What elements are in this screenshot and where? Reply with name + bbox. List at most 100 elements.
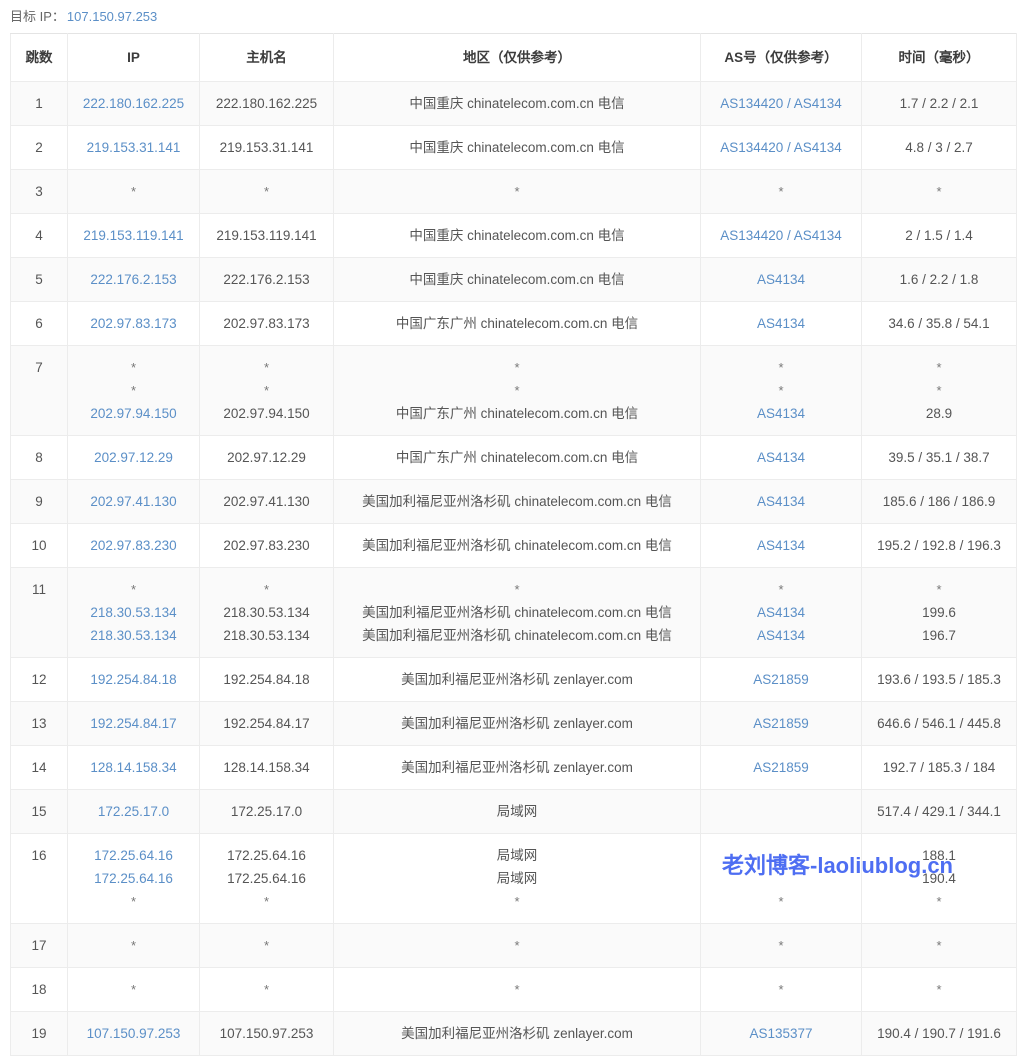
cell-ip-line[interactable]: 202.97.94.150: [74, 402, 193, 425]
cell-ip[interactable]: 107.150.97.253: [68, 1012, 200, 1056]
cell-host: 222.180.162.225: [200, 82, 334, 126]
cell-as-line[interactable]: AS134420 / AS4134: [707, 136, 855, 159]
cell-time: 4.8 / 3 / 2.7: [862, 126, 1017, 170]
cell-ip[interactable]: 192.254.84.17: [68, 702, 200, 746]
cell-ip-line[interactable]: 218.30.53.134: [74, 601, 193, 624]
cell-as-line[interactable]: AS4134: [707, 446, 855, 469]
cell-as[interactable]: AS134420 / AS4134: [701, 126, 862, 170]
cell-as[interactable]: AS134420 / AS4134: [701, 82, 862, 126]
cell-ip-line[interactable]: 218.30.53.134: [74, 624, 193, 647]
cell-ip[interactable]: 202.97.83.173: [68, 302, 200, 346]
cell-hop: 10: [11, 524, 68, 568]
cell-ip-line[interactable]: 172.25.17.0: [74, 800, 193, 823]
target-ip-value: 107.150.97.253: [67, 9, 157, 24]
cell-host-line: *: [206, 934, 327, 957]
cell-ip-line[interactable]: 107.150.97.253: [74, 1022, 193, 1045]
cell-host: 202.97.83.173: [200, 302, 334, 346]
cell-as-line[interactable]: AS21859: [707, 712, 855, 735]
cell-time-line: 196.7: [868, 624, 1010, 647]
cell-as-line[interactable]: AS4134: [707, 268, 855, 291]
cell-host: 128.14.158.34: [200, 746, 334, 790]
cell-ip[interactable]: *: [68, 968, 200, 1012]
cell-as[interactable]: [701, 790, 862, 834]
cell-ip[interactable]: 222.180.162.225: [68, 82, 200, 126]
cell-as-line[interactable]: AS135377: [707, 1022, 855, 1045]
cell-as-line[interactable]: AS21859: [707, 668, 855, 691]
cell-ip[interactable]: 202.97.83.230: [68, 524, 200, 568]
cell-as[interactable]: *AS4134AS4134: [701, 568, 862, 658]
cell-as[interactable]: AS21859: [701, 702, 862, 746]
cell-ip[interactable]: *: [68, 924, 200, 968]
cell-ip-line[interactable]: 202.97.12.29: [74, 446, 193, 469]
target-ip-label: 目标 IP：: [10, 9, 65, 24]
cell-as[interactable]: AS134420 / AS4134: [701, 214, 862, 258]
cell-region-line: 局域网: [340, 867, 694, 890]
table-row: 14128.14.158.34128.14.158.34美国加利福尼亚州洛杉矶 …: [11, 746, 1017, 790]
cell-as-line[interactable]: AS4134: [707, 312, 855, 335]
cell-ip[interactable]: 219.153.119.141: [68, 214, 200, 258]
cell-ip-line[interactable]: 192.254.84.17: [74, 712, 193, 735]
cell-as[interactable]: *: [701, 924, 862, 968]
cell-region-line: 美国加利福尼亚州洛杉矶 zenlayer.com: [340, 756, 694, 779]
cell-ip[interactable]: 128.14.158.34: [68, 746, 200, 790]
cell-ip-line[interactable]: 222.176.2.153: [74, 268, 193, 291]
cell-as[interactable]: AS4134: [701, 480, 862, 524]
cell-as[interactable]: AS21859: [701, 658, 862, 702]
cell-as-line[interactable]: AS21859: [707, 756, 855, 779]
cell-ip-line[interactable]: 222.180.162.225: [74, 92, 193, 115]
cell-ip[interactable]: **202.97.94.150: [68, 346, 200, 436]
cell-as[interactable]: *: [701, 170, 862, 214]
cell-ip-line[interactable]: 202.97.41.130: [74, 490, 193, 513]
cell-as[interactable]: AS4134: [701, 302, 862, 346]
cell-ip[interactable]: 222.176.2.153: [68, 258, 200, 302]
cell-ip-line[interactable]: 219.153.119.141: [74, 224, 193, 247]
cell-as[interactable]: AS4134: [701, 258, 862, 302]
cell-as-line[interactable]: AS134420 / AS4134: [707, 224, 855, 247]
cell-ip[interactable]: *: [68, 170, 200, 214]
cell-host-line: 219.153.31.141: [206, 136, 327, 159]
cell-as-line[interactable]: AS4134: [707, 624, 855, 647]
cell-as[interactable]: **AS4134: [701, 346, 862, 436]
cell-as-line: *: [707, 578, 855, 601]
cell-as[interactable]: *: [701, 834, 862, 924]
cell-host: *: [200, 968, 334, 1012]
cell-hop: 2: [11, 126, 68, 170]
cell-hop: 7: [11, 346, 68, 436]
cell-as[interactable]: *: [701, 968, 862, 1012]
cell-ip-line[interactable]: 128.14.158.34: [74, 756, 193, 779]
cell-ip-line[interactable]: 172.25.64.16: [74, 844, 193, 867]
cell-as[interactable]: AS135377: [701, 1012, 862, 1056]
cell-region: *美国加利福尼亚州洛杉矶 chinatelecom.com.cn 电信美国加利福…: [334, 568, 701, 658]
cell-region-line: *: [340, 578, 694, 601]
cell-ip[interactable]: 172.25.17.0: [68, 790, 200, 834]
cell-region-line: 美国加利福尼亚州洛杉矶 chinatelecom.com.cn 电信: [340, 534, 694, 557]
cell-as-line[interactable]: AS4134: [707, 601, 855, 624]
cell-time: *199.6196.7: [862, 568, 1017, 658]
cell-as[interactable]: AS4134: [701, 436, 862, 480]
cell-as-line: *: [707, 356, 855, 379]
cell-ip-line[interactable]: 192.254.84.18: [74, 668, 193, 691]
cell-as-line[interactable]: AS4134: [707, 402, 855, 425]
cell-ip[interactable]: 192.254.84.18: [68, 658, 200, 702]
cell-host: 172.25.17.0: [200, 790, 334, 834]
cell-ip-line[interactable]: 202.97.83.173: [74, 312, 193, 335]
cell-ip[interactable]: 202.97.12.29: [68, 436, 200, 480]
cell-ip[interactable]: 202.97.41.130: [68, 480, 200, 524]
cell-as[interactable]: AS21859: [701, 746, 862, 790]
cell-ip-line: *: [74, 356, 193, 379]
cell-region-line: *: [340, 934, 694, 957]
cell-region-line: 中国重庆 chinatelecom.com.cn 电信: [340, 224, 694, 247]
cell-as[interactable]: AS4134: [701, 524, 862, 568]
cell-ip[interactable]: 172.25.64.16172.25.64.16*: [68, 834, 200, 924]
cell-ip-line[interactable]: 172.25.64.16: [74, 867, 193, 890]
cell-as-line[interactable]: AS134420 / AS4134: [707, 92, 855, 115]
cell-as-line[interactable]: AS4134: [707, 490, 855, 513]
cell-time: 517.4 / 429.1 / 344.1: [862, 790, 1017, 834]
cell-region: **中国广东广州 chinatelecom.com.cn 电信: [334, 346, 701, 436]
cell-ip-line[interactable]: 219.153.31.141: [74, 136, 193, 159]
cell-ip[interactable]: 219.153.31.141: [68, 126, 200, 170]
cell-ip[interactable]: *218.30.53.134218.30.53.134: [68, 568, 200, 658]
cell-as-line[interactable]: AS4134: [707, 534, 855, 557]
cell-ip-line[interactable]: 202.97.83.230: [74, 534, 193, 557]
cell-host-line: 172.25.64.16: [206, 844, 327, 867]
